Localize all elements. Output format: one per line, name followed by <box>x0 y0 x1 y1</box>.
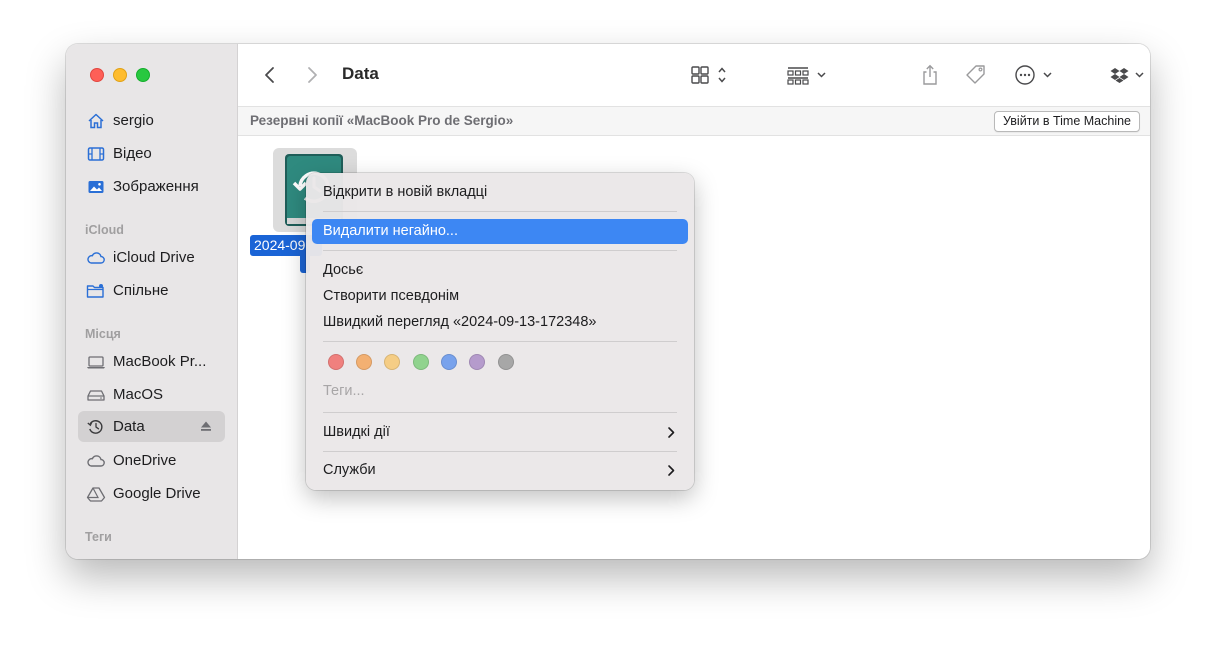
photo-icon <box>86 177 106 197</box>
menu-separator <box>323 341 677 342</box>
chevron-left-icon <box>265 67 274 83</box>
zoom-button[interactable] <box>136 68 150 82</box>
eject-icon[interactable] <box>199 419 213 433</box>
window-title: Data <box>342 64 379 83</box>
chevron-right-icon <box>666 458 676 491</box>
back-button[interactable] <box>262 63 278 87</box>
backup-location: Резервні копії «MacBook Pro de Sergio» <box>250 113 514 128</box>
tag-icon <box>966 65 985 84</box>
sidebar-item-shared[interactable]: Спільне <box>78 275 225 306</box>
sidebar-item-macos[interactable]: MacOS <box>78 379 225 410</box>
film-icon <box>86 144 106 164</box>
group-button[interactable] <box>786 63 830 87</box>
enter-time-machine-button[interactable]: Увійти в Time Machine <box>994 111 1140 132</box>
tag-button[interactable] <box>964 63 988 87</box>
menu-item-services[interactable]: Служби <box>312 458 688 483</box>
sidebar-item-data[interactable]: Data <box>78 411 225 442</box>
grid-view-icon <box>691 66 726 84</box>
sidebar-item-label: sergio <box>113 112 154 129</box>
shared-folder-icon <box>86 281 106 301</box>
tag-color-orange[interactable] <box>356 354 372 370</box>
menu-item-make-alias[interactable]: Створити псевдонім <box>312 284 688 309</box>
menu-item-open-new-tab[interactable]: Відкрити в новій вкладці <box>312 180 688 205</box>
time-machine-icon <box>86 417 106 437</box>
sidebar-heading-places: Місця <box>85 327 121 341</box>
tag-color-yellow[interactable] <box>384 354 400 370</box>
sidebar-item-label: Data <box>113 418 145 435</box>
menu-separator <box>323 250 677 251</box>
path-bar: Резервні копії «MacBook Pro de Sergio» У… <box>238 107 1150 136</box>
sidebar-item-label: Google Drive <box>113 485 201 502</box>
tag-color-purple[interactable] <box>469 354 485 370</box>
menu-item-delete-now[interactable]: Видалити негайно... <box>312 219 688 244</box>
chevron-right-icon <box>308 67 317 83</box>
sidebar-item-label: Зображення <box>113 178 199 195</box>
share-icon <box>923 64 937 85</box>
dropbox-icon <box>1110 68 1144 83</box>
sidebar-item-label: OneDrive <box>113 452 177 469</box>
menu-item-tags[interactable]: Теги... <box>312 379 688 404</box>
laptop-icon <box>86 352 106 372</box>
cloud-icon <box>86 451 106 471</box>
forward-button[interactable] <box>304 63 320 87</box>
ellipsis-circle-icon <box>1015 65 1052 85</box>
chevron-right-icon <box>666 420 676 453</box>
sidebar-item-onedrive[interactable]: OneDrive <box>78 445 225 476</box>
menu-separator <box>323 211 677 212</box>
sidebar-item-label: MacBook Pr... <box>113 353 207 370</box>
menu-item-quick-look[interactable]: Швидкий перегляд «2024-09-13-172348» <box>312 310 688 335</box>
sidebar-heading-tags: Теги <box>85 530 112 544</box>
sidebar-item-icloud-drive[interactable]: iCloud Drive <box>78 242 225 273</box>
context-menu: Відкрити в новій вкладці Видалити негайн… <box>306 173 694 490</box>
tag-color-blue[interactable] <box>441 354 457 370</box>
sidebar-item-sergio[interactable]: sergio <box>78 105 225 136</box>
sidebar-item-macbook[interactable]: MacBook Pr... <box>78 346 225 377</box>
sidebar-item-google-drive[interactable]: Google Drive <box>78 478 225 509</box>
google-drive-icon <box>86 484 106 504</box>
menu-item-label: Служби <box>323 462 376 478</box>
group-icon <box>787 67 826 85</box>
tag-color-gray[interactable] <box>498 354 514 370</box>
sidebar-item-label: MacOS <box>113 386 164 403</box>
menu-item-get-info[interactable]: Досьє <box>312 258 688 283</box>
window-controls <box>90 68 150 82</box>
more-actions-button[interactable] <box>1014 63 1058 87</box>
tag-color-green[interactable] <box>413 354 429 370</box>
menu-separator <box>323 451 677 452</box>
minimize-button[interactable] <box>113 68 127 82</box>
disk-icon <box>86 385 106 405</box>
close-button[interactable] <box>90 68 104 82</box>
home-icon <box>86 111 106 131</box>
menu-item-label: Швидкі дії <box>323 424 390 440</box>
sidebar: sergio Відео Зображення iCloud iCloud Dr… <box>66 44 238 559</box>
sidebar-item-label: Відео <box>113 145 152 162</box>
dropbox-button[interactable] <box>1110 63 1150 87</box>
sidebar-item-video[interactable]: Відео <box>78 138 225 169</box>
sidebar-heading-icloud: iCloud <box>85 223 124 237</box>
menu-separator <box>323 412 677 413</box>
menu-item-quick-actions[interactable]: Швидкі дії <box>312 420 688 445</box>
cloud-icon <box>86 248 106 268</box>
sidebar-item-pictures[interactable]: Зображення <box>78 171 225 202</box>
share-button[interactable] <box>920 63 940 87</box>
sidebar-item-label: iCloud Drive <box>113 249 195 266</box>
tag-color-red[interactable] <box>328 354 344 370</box>
view-mode-button[interactable] <box>690 63 732 87</box>
sidebar-item-label: Спільне <box>113 282 169 299</box>
toolbar: Data <box>238 44 1150 107</box>
